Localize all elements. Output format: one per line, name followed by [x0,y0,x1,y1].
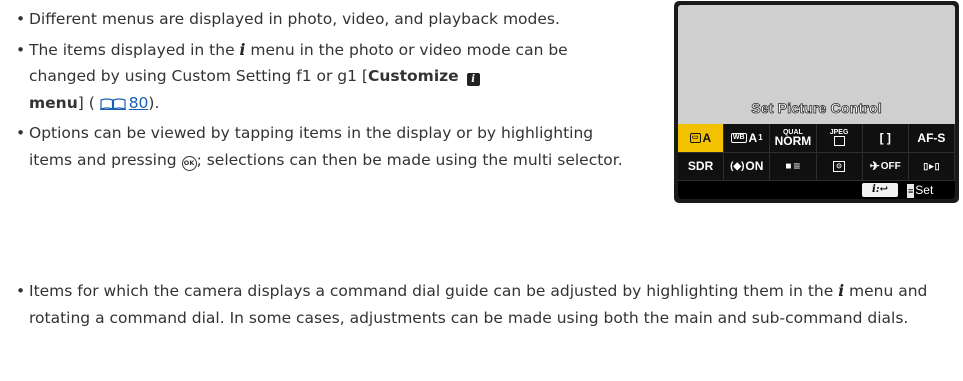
metering-icon: ⊙ [833,160,846,172]
i-menu-grid: ▭ A WB A 1 QUAL NORM JPEG [ ] AF-S SDR (◆) ON… [678,124,955,181]
picture-control-icon: ▭ [689,132,701,143]
cell-label: NORM [774,134,812,149]
focus-mode-cell[interactable]: AF-S [908,124,955,153]
image-size-cell[interactable]: JPEG [816,124,863,153]
ok-button-icon: OK [181,155,197,171]
cell-label: OFF [880,160,901,172]
bullet-text: Items for which the camera displays a co… [29,282,839,300]
bullet-customize-menu: The items displayed in the i menu in the… [16,37,626,117]
camera-icon: ■ [785,160,792,172]
metering-cell[interactable]: ⊙ [816,152,863,181]
camera-display-screen: Set Picture Control ▭ A WB A 1 QUAL NORM JPE… [678,5,955,199]
vr-icon: (◆) [730,160,745,172]
memory-card-icon: ▯ [923,160,929,171]
release-mode-cell[interactable]: ■ ≡ [770,152,817,181]
cell-label: ▸ [929,160,934,171]
memory-card-cell[interactable]: ▯ ▸ ▯ [908,152,955,181]
customize-label: Customize [367,67,459,85]
cell-label: AF-S [917,130,946,145]
bullet-list-bottom: Items for which the camera displays a co… [16,278,956,331]
airplane-mode-cell[interactable]: ✈ OFF [862,152,909,181]
cell-label: A [748,130,758,145]
camera-hint-bar: i:↩ ≡ Set [678,181,955,199]
cell-label: ≡ [793,159,801,174]
picture-control-cell[interactable]: ▭ A [678,124,725,153]
menu-label: menu [29,93,78,112]
book-icon [99,97,126,110]
white-balance-cell[interactable]: WB A 1 [724,124,771,153]
page-reference-link[interactable]: 80 [99,93,149,112]
set-hint: ≡ Set [907,183,934,198]
cell-label: [ ] [879,130,891,145]
i-exit-hint: i:↩ [862,183,898,197]
bullet-text: ; selections can then be made using the … [196,150,623,169]
hint-set-label: Set [915,183,934,197]
bullet-list-top: Different menus are displayed in photo, … [16,6,626,173]
cell-label: ON [745,159,764,174]
bullet-command-dial: Items for which the camera displays a co… [16,278,956,331]
camera-display-frame: Set Picture Control ▭ A WB A 1 QUAL NORM JPE… [674,1,959,203]
af-area-cell[interactable]: [ ] [862,124,909,153]
sd-card-icon: ▯ [934,160,940,171]
bullet-text: ). [148,93,160,112]
image-quality-cell[interactable]: QUAL NORM [770,124,817,153]
hint-i-label: i [872,184,876,195]
cell-label: SDR [687,159,714,174]
dial-icon: ≡ [907,184,915,198]
bullet-text: Different menus are displayed in photo, … [29,10,560,28]
camera-menu-title: Set Picture Control [751,100,882,117]
bullet-text: ] ( [77,93,100,112]
cell-top-label: JPEG [829,129,849,137]
bullet-menus-by-mode: Different menus are displayed in photo, … [16,6,626,33]
airplane-icon: ✈ [869,159,880,174]
page-number: 80 [128,93,149,112]
bullet-text: The items displayed in the [29,40,240,59]
wb-icon: WB [730,132,747,143]
bullet-options-viewing: Options can be viewed by tapping items i… [16,120,626,173]
bottom-bullet-section: Items for which the camera displays a co… [16,278,956,331]
cell-label: A [702,130,712,145]
vibration-reduction-cell[interactable]: (◆) ON [724,152,771,181]
active-d-lighting-cell[interactable]: SDR [678,152,725,181]
image-size-icon [833,136,845,147]
top-bullet-section: Different menus are displayed in photo, … [16,6,626,173]
cell-sub-label: 1 [758,133,763,143]
i-menu-badge-icon: i [466,73,480,86]
